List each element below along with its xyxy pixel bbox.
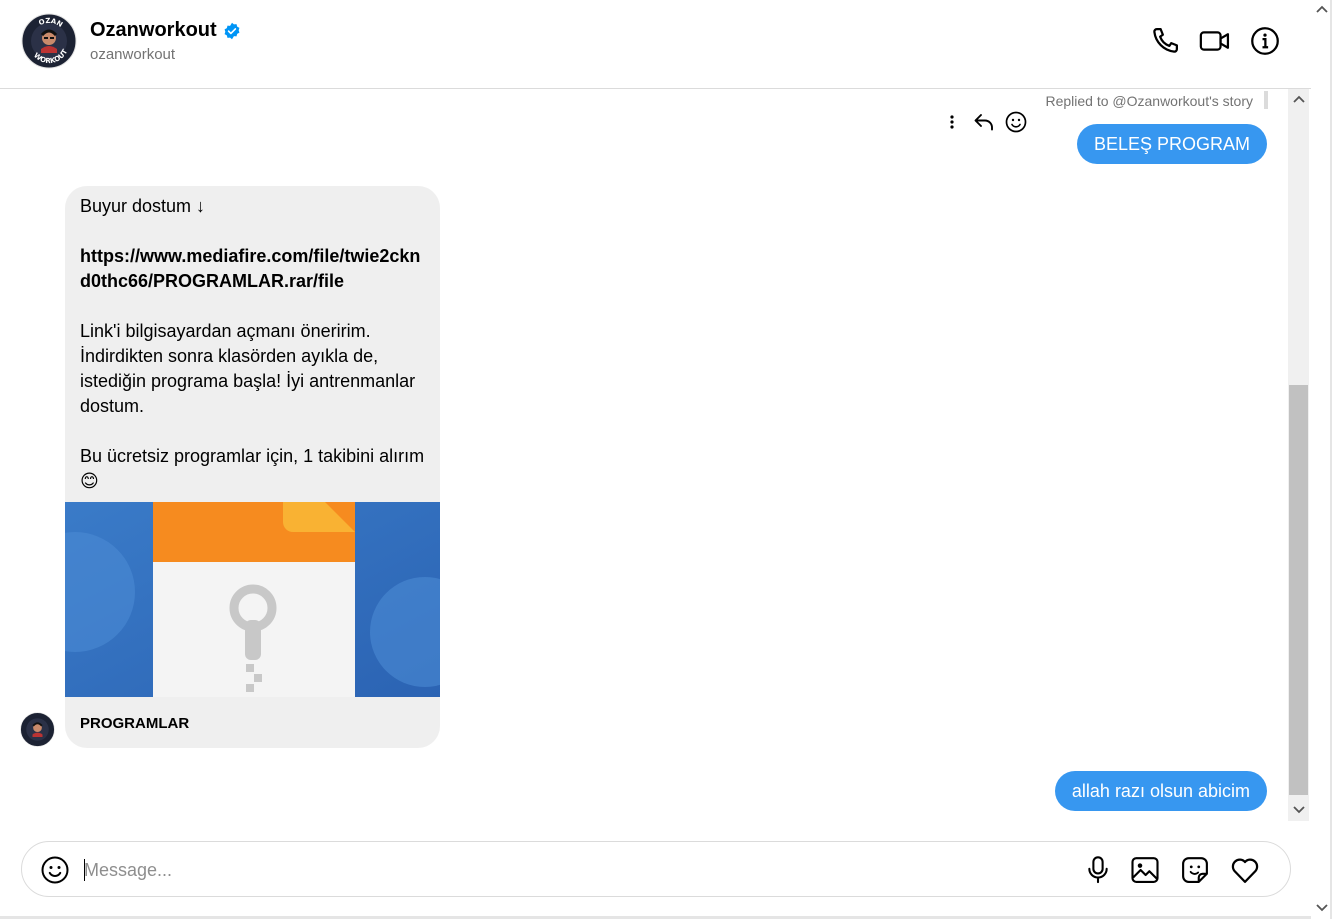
message-follow-request: Bu ücretsiz programlar için, 1 takibini … bbox=[80, 446, 425, 491]
microphone-icon bbox=[1088, 856, 1108, 884]
text-cursor bbox=[84, 859, 85, 881]
more-vertical-icon bbox=[950, 115, 954, 129]
video-camera-icon bbox=[1199, 31, 1230, 51]
more-options-button[interactable] bbox=[940, 110, 964, 134]
scroll-up-button[interactable] bbox=[1288, 90, 1309, 108]
link-preview-title[interactable]: PROGRAMLAR bbox=[80, 715, 189, 732]
incoming-message-bubble[interactable]: Buyur dostum ↓ https://www.mediafire.com… bbox=[65, 186, 440, 748]
emoji-picker-button[interactable] bbox=[38, 853, 72, 887]
emoji-smile-icon bbox=[1005, 111, 1027, 133]
like-button[interactable] bbox=[1228, 853, 1262, 887]
reply-arrow-icon bbox=[974, 114, 993, 131]
page-scroll-up-button[interactable] bbox=[1313, 0, 1331, 18]
chevron-down-icon bbox=[1316, 904, 1328, 912]
message-composer bbox=[21, 841, 1291, 897]
chevron-up-icon bbox=[1316, 5, 1328, 13]
video-call-button[interactable] bbox=[1198, 24, 1232, 58]
message-line-greeting: Buyur dostum ↓ bbox=[80, 196, 206, 216]
info-icon bbox=[1251, 27, 1279, 55]
image-icon bbox=[1131, 857, 1159, 883]
phone-icon bbox=[1153, 27, 1179, 53]
link-preview-image[interactable] bbox=[65, 502, 440, 697]
profile-handle: ozanworkout bbox=[90, 46, 176, 63]
story-reply-bar bbox=[1264, 91, 1268, 109]
conversation-header: OZAN WORKOUT Ozanworkout ozanworkout bbox=[0, 0, 1311, 89]
voice-message-button[interactable] bbox=[1081, 853, 1115, 887]
verified-badge-icon bbox=[224, 22, 240, 39]
profile-name-text: Ozanworkout bbox=[90, 19, 217, 41]
profile-name[interactable]: Ozanworkout bbox=[90, 19, 241, 42]
emoji-smile-icon bbox=[41, 856, 69, 884]
profile-avatar[interactable]: OZAN WORKOUT bbox=[21, 13, 77, 69]
scroll-down-button[interactable] bbox=[1288, 801, 1309, 819]
incoming-message-text: Buyur dostum ↓ https://www.mediafire.com… bbox=[80, 194, 430, 519]
add-photo-button[interactable] bbox=[1128, 853, 1162, 887]
page-scroll-area bbox=[1311, 0, 1332, 919]
download-link[interactable]: https://www.mediafire.com/file/twie2cknd… bbox=[80, 244, 430, 294]
direct-message-window: OZAN WORKOUT Ozanworkout ozanworkout Rep… bbox=[0, 0, 1332, 919]
message-actions bbox=[940, 110, 1028, 134]
react-button[interactable] bbox=[1004, 110, 1028, 134]
chevron-down-icon bbox=[1292, 806, 1305, 814]
heart-icon bbox=[1231, 858, 1259, 883]
message-instructions: Link'i bilgisayardan açmanı öneririm. İn… bbox=[80, 321, 416, 416]
audio-call-button[interactable] bbox=[1148, 24, 1182, 58]
conversation-info-button[interactable] bbox=[1248, 24, 1282, 58]
message-input[interactable] bbox=[84, 854, 984, 886]
outgoing-message-bubble[interactable]: BELEŞ PROGRAM bbox=[1076, 124, 1267, 164]
chevron-up-icon bbox=[1292, 95, 1305, 103]
sender-avatar[interactable] bbox=[20, 712, 55, 747]
outgoing-message-bubble-2[interactable]: allah razı olsun abicim bbox=[1054, 771, 1267, 811]
story-reply-label: Replied to @Ozanworkout's story bbox=[1045, 93, 1253, 109]
sticker-icon bbox=[1182, 857, 1208, 883]
chat-scrollbar-thumb[interactable] bbox=[1289, 385, 1308, 795]
page-scroll-down-button[interactable] bbox=[1313, 899, 1331, 917]
reply-button[interactable] bbox=[972, 110, 996, 134]
sticker-button[interactable] bbox=[1178, 853, 1212, 887]
